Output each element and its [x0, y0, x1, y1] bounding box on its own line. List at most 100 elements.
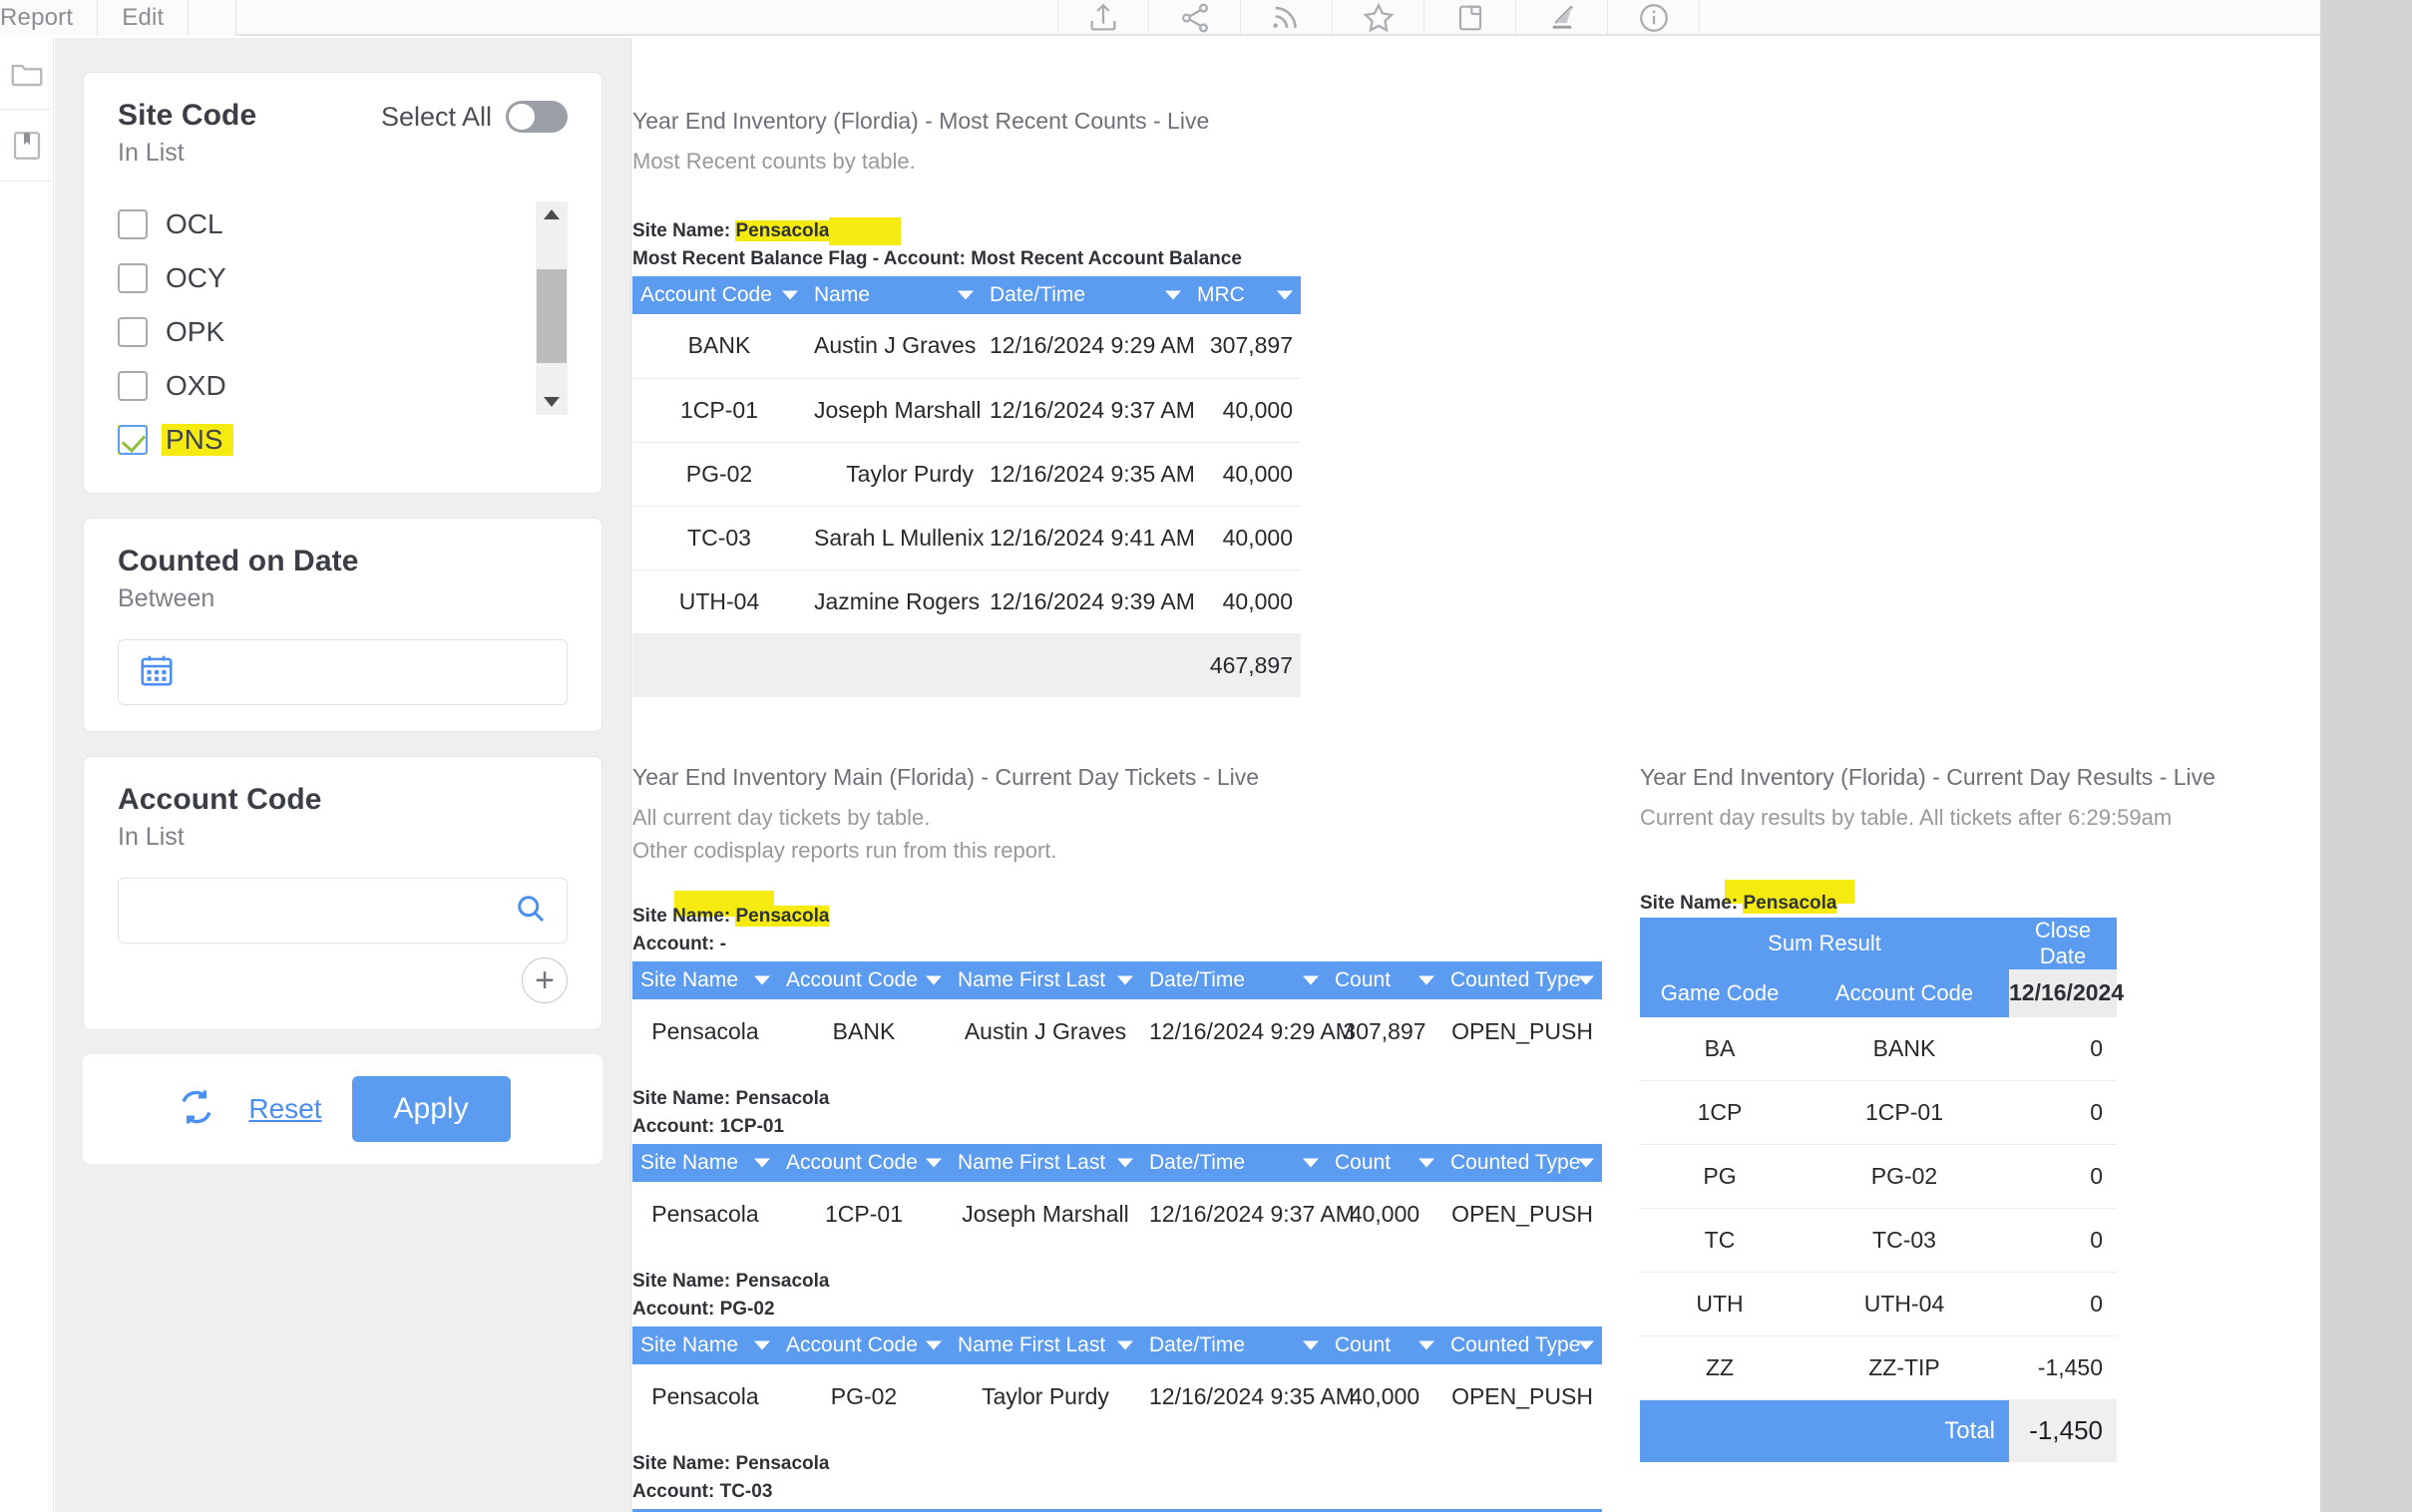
column-label: Account Code	[786, 1151, 918, 1175]
chevron-down-icon[interactable]	[926, 1158, 942, 1168]
column-header-counted-type[interactable]: Counted Type	[1442, 961, 1602, 1000]
chevron-down-icon[interactable]	[1165, 290, 1181, 300]
add-icon[interactable]: +	[522, 957, 568, 1003]
chevron-down-icon[interactable]	[1303, 1340, 1319, 1350]
table-row[interactable]: UTH UTH-04 0	[1640, 1272, 2117, 1337]
select-all-control[interactable]: Select All	[381, 101, 568, 133]
cell-counted-type: OPEN_PUSH	[1451, 1017, 1593, 1044]
column-header-name-first-last[interactable]: Name First Last	[950, 961, 1141, 1000]
column-header-site-name[interactable]: Site Name	[632, 961, 778, 1000]
table-row[interactable]: ZZ ZZ-TIP -1,450	[1640, 1335, 2117, 1401]
column-header-count[interactable]: Count	[1327, 961, 1442, 1000]
chevron-down-icon[interactable]	[782, 290, 798, 300]
chevron-down-icon[interactable]	[1578, 1340, 1594, 1350]
chevron-down-icon[interactable]	[1418, 1158, 1434, 1168]
checkbox-ocy[interactable]	[118, 263, 148, 293]
search-icon[interactable]	[513, 891, 549, 932]
apply-button[interactable]: Apply	[351, 1076, 511, 1142]
column-header-site-name[interactable]: Site Name	[632, 1326, 778, 1365]
column-header-account-code[interactable]: Account Code	[778, 1326, 950, 1365]
scrollbar-thumb[interactable]	[537, 269, 567, 363]
column-header-name[interactable]: Name	[806, 276, 982, 315]
site-code-option-pns[interactable]: PNS	[118, 413, 520, 467]
column-header-account-code[interactable]: Account Code	[778, 961, 950, 1000]
refresh-icon[interactable]	[175, 1085, 218, 1134]
reset-button[interactable]: Reset	[248, 1093, 321, 1125]
checkbox-oxd[interactable]	[118, 371, 148, 401]
table-row[interactable]: Pensacola 1CP-01 Joseph Marshall 12/16/2…	[632, 1182, 1602, 1246]
pen-edit-icon[interactable]	[1516, 0, 1608, 36]
account-code-search-input[interactable]	[118, 878, 568, 944]
cell-value: 0	[2009, 1208, 2117, 1274]
save-clipboard-icon[interactable]	[1424, 0, 1516, 36]
chevron-down-icon[interactable]	[1117, 1158, 1133, 1168]
chevron-down-icon[interactable]	[1277, 290, 1293, 300]
column-header-name-first-last[interactable]: Name First Last	[950, 1326, 1141, 1365]
column-header-counted-type[interactable]: Counted Type	[1442, 1326, 1602, 1365]
tab-report[interactable]: Report	[0, 0, 99, 36]
info-icon[interactable]	[1608, 0, 1700, 36]
chevron-down-icon[interactable]	[1117, 1340, 1133, 1350]
chevron-down-icon[interactable]	[754, 1340, 770, 1350]
table-row[interactable]: UTH-04 Jazmine Rogers 12/16/2024 9:39 AM…	[632, 569, 1301, 634]
checkbox-ocl[interactable]	[118, 209, 148, 239]
column-header-counted-type[interactable]: Counted Type	[1442, 1144, 1602, 1183]
table-row[interactable]: BANK Austin J Graves 12/16/2024 9:29 AM …	[632, 314, 1301, 379]
table-row[interactable]: BA BANK 0	[1640, 1016, 2117, 1082]
tab-edit[interactable]: Edit	[98, 0, 190, 36]
site-code-option-ocy[interactable]: OCY	[118, 251, 520, 305]
chevron-down-icon[interactable]	[1578, 1158, 1594, 1168]
table-row[interactable]: 1CP-01 Joseph Marshall 12/16/2024 9:37 A…	[632, 378, 1301, 443]
chevron-down-icon[interactable]	[1303, 975, 1319, 985]
column-header-datetime[interactable]: Date/Time	[1141, 1326, 1327, 1365]
subscribe-rss-icon[interactable]	[1241, 0, 1333, 36]
chevron-down-icon[interactable]	[1418, 1340, 1434, 1350]
column-header-game-code[interactable]: Game Code	[1640, 968, 1800, 1017]
column-header-account-code[interactable]: Account Code	[1800, 968, 2009, 1017]
chevron-down-icon[interactable]	[1117, 975, 1133, 985]
chevron-down-icon[interactable]	[754, 1158, 770, 1168]
column-header-account-code[interactable]: Account Code	[778, 1144, 950, 1183]
scroll-down-icon[interactable]	[536, 389, 568, 415]
column-header-account-code[interactable]: Account Code	[632, 276, 806, 315]
table-row[interactable]: PG PG-02 0	[1640, 1144, 2117, 1210]
calendar-icon[interactable]	[137, 651, 177, 694]
column-header-datetime[interactable]: Date/Time	[982, 276, 1189, 315]
scroll-up-icon[interactable]	[536, 201, 568, 227]
table-row[interactable]: PG-02 Taylor Purdy 12/16/2024 9:35 AM 40…	[632, 442, 1301, 507]
column-header-datetime[interactable]: Date/Time	[1141, 961, 1327, 1000]
table-row[interactable]: Pensacola BANK Austin J Graves 12/16/202…	[632, 999, 1602, 1063]
bookmark-icon[interactable]	[0, 110, 54, 182]
checkbox-opk[interactable]	[118, 317, 148, 347]
table-row[interactable]: 1CP 1CP-01 0	[1640, 1080, 2117, 1146]
chevron-down-icon[interactable]	[926, 1340, 942, 1350]
date-range-input[interactable]	[118, 639, 568, 705]
site-code-option-oxd[interactable]: OXD	[118, 359, 520, 413]
column-header-count[interactable]: Count	[1327, 1144, 1442, 1183]
favorite-star-icon[interactable]	[1333, 0, 1424, 36]
table-row[interactable]: Pensacola PG-02 Taylor Purdy 12/16/2024 …	[632, 1364, 1602, 1428]
checkbox-pns[interactable]	[118, 425, 148, 455]
column-header-name-first-last[interactable]: Name First Last	[950, 1144, 1141, 1183]
site-code-option-ocl[interactable]: OCL	[118, 197, 520, 251]
site-code-option-opk[interactable]: OPK	[118, 305, 520, 359]
ticket-group: Site Name: Pensacola Account: PG-02 Site…	[632, 1268, 1630, 1428]
column-header-mrc[interactable]: MRC	[1189, 276, 1301, 315]
chevron-down-icon[interactable]	[958, 290, 974, 300]
table-row[interactable]: TC TC-03 0	[1640, 1208, 2117, 1274]
chevron-down-icon[interactable]	[754, 975, 770, 985]
share-icon[interactable]	[1149, 0, 1241, 36]
chevron-down-icon[interactable]	[926, 975, 942, 985]
select-all-toggle[interactable]	[506, 101, 568, 133]
chevron-down-icon[interactable]	[1578, 975, 1594, 985]
export-icon[interactable]	[1057, 0, 1149, 36]
column-header-datetime[interactable]: Date/Time	[1141, 1144, 1327, 1183]
site-code-list-scrollbar[interactable]	[536, 201, 568, 415]
chevron-down-icon[interactable]	[1418, 975, 1434, 985]
column-header-count[interactable]: Count	[1327, 1326, 1442, 1365]
chevron-down-icon[interactable]	[1303, 1158, 1319, 1168]
column-header-site-name[interactable]: Site Name	[632, 1144, 778, 1183]
table-row[interactable]: TC-03 Sarah L Mullenix 12/16/2024 9:41 A…	[632, 506, 1301, 570]
folder-icon[interactable]	[0, 38, 54, 110]
tab-empty[interactable]	[189, 0, 237, 36]
